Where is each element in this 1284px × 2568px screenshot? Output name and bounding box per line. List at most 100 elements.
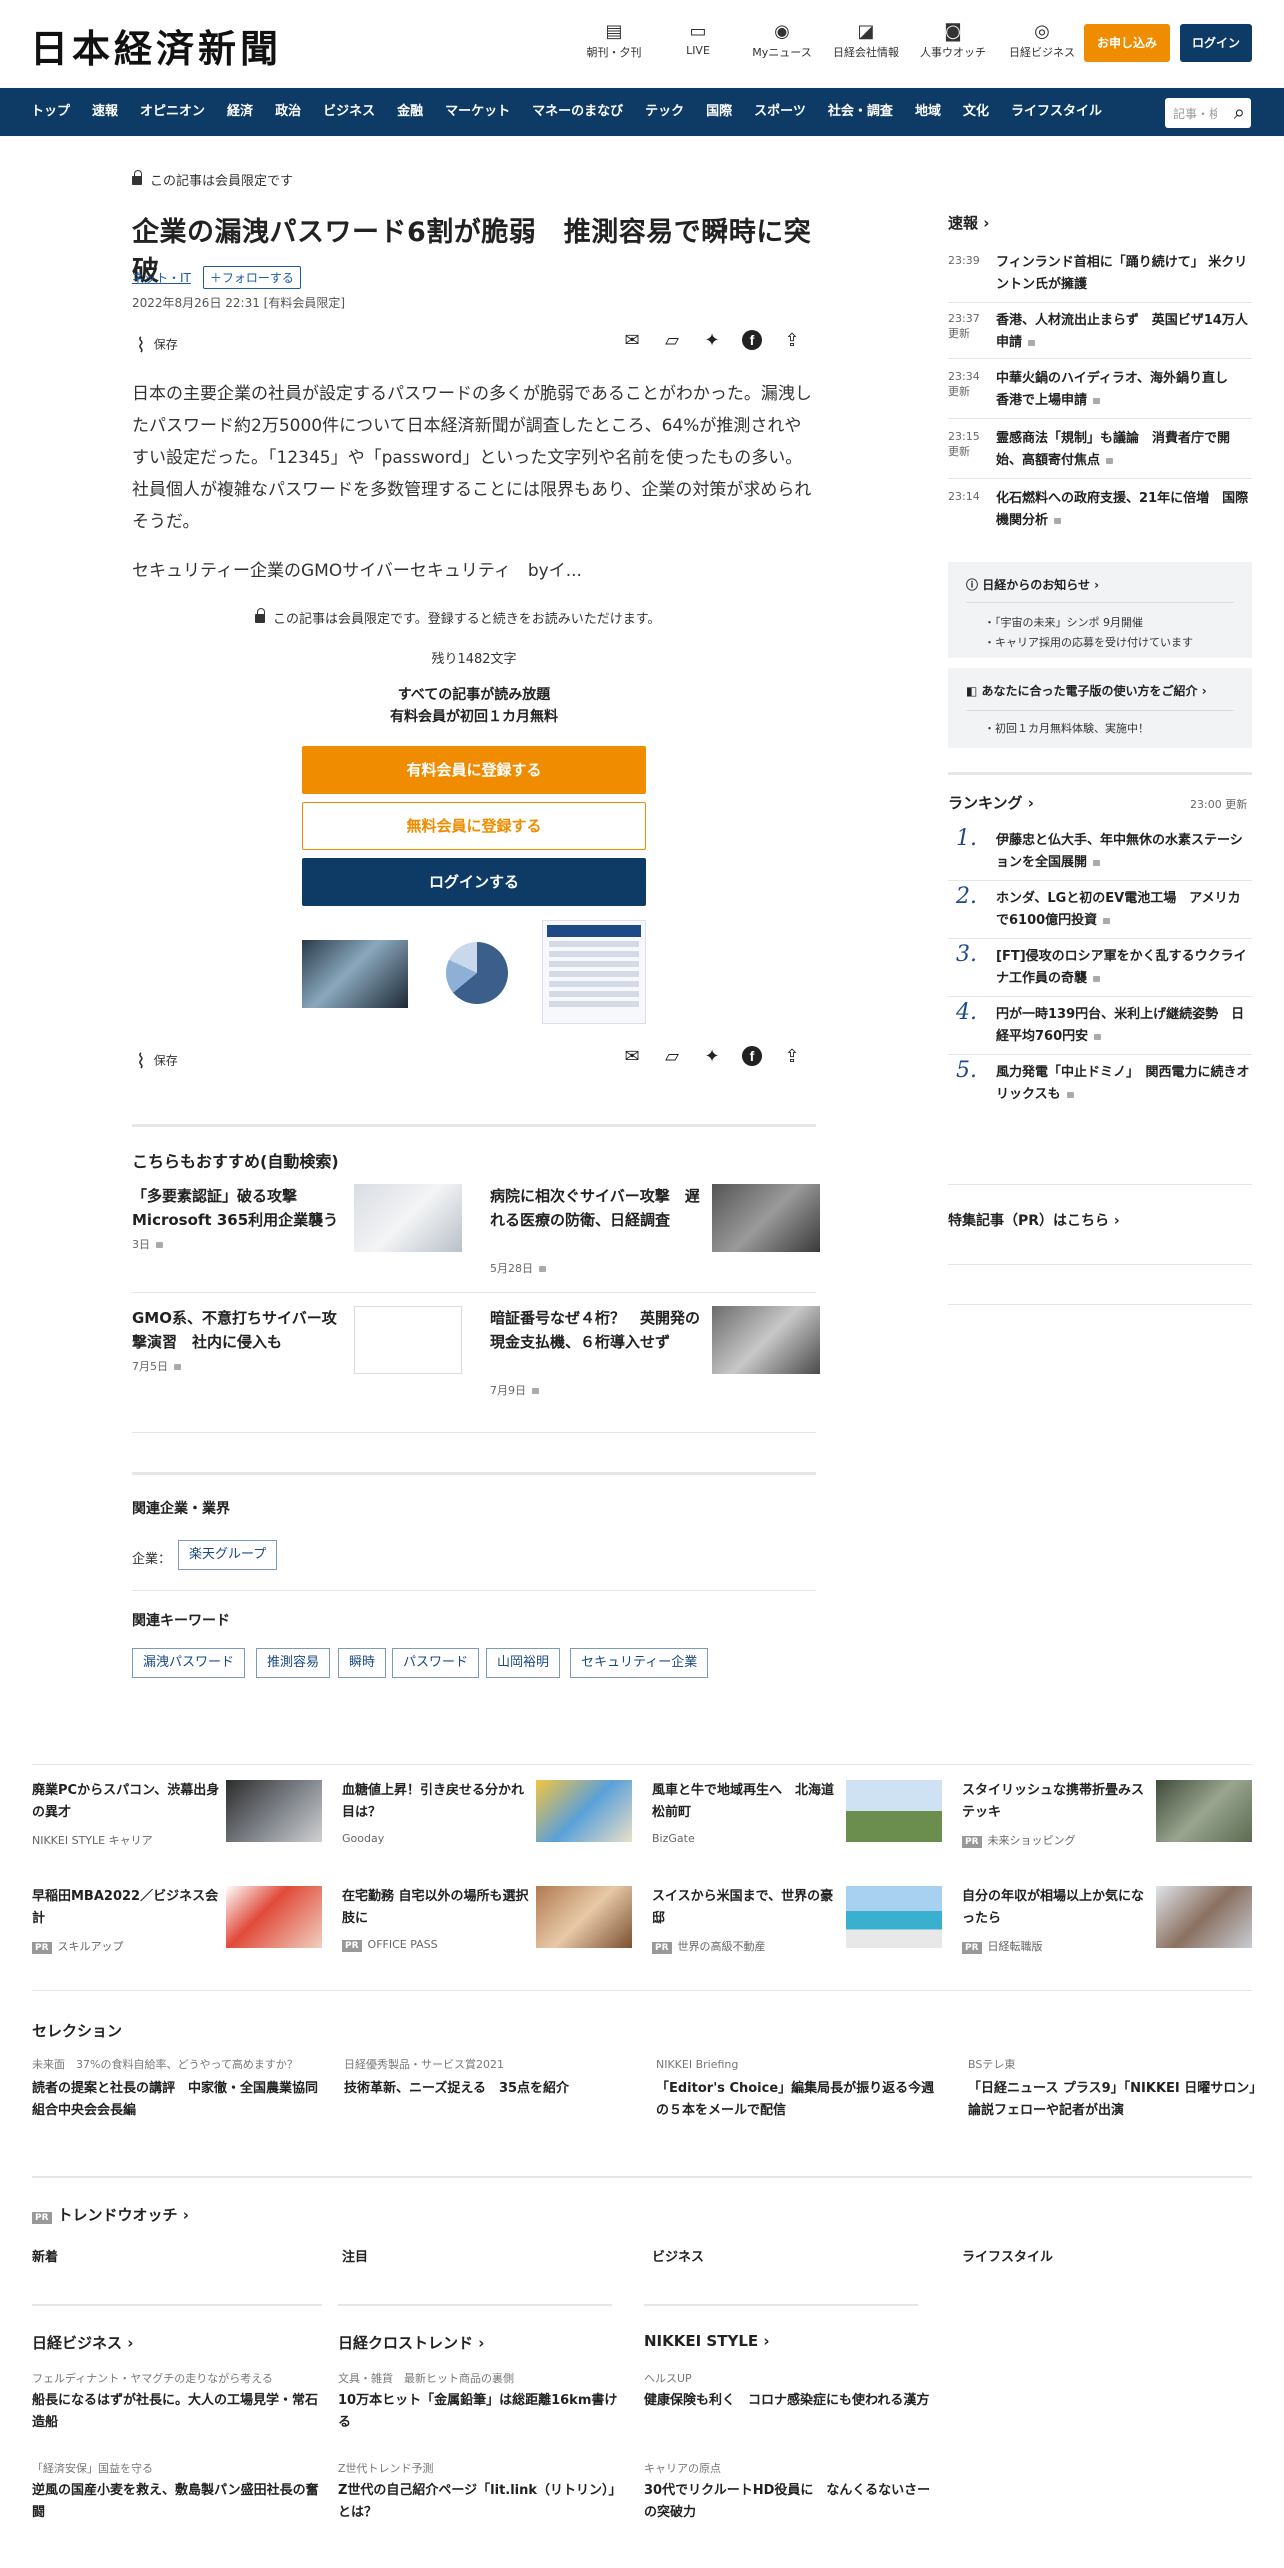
keyword-chip[interactable]: 漏洩パスワード [132,1648,246,1678]
notice-item[interactable]: ・「宇宙の未来」シンポ 9月開催 [984,614,1143,630]
nav-item-finance[interactable]: 金融 [386,88,434,136]
promo-item[interactable]: 血糖値上昇！引き戻せる分かれ目は？ Gooday [342,1780,632,1860]
promo-image[interactable] [846,1886,942,1948]
recommend-title[interactable]: 「多要素認証」破る攻撃 Microsoft 365利用企業襲う [132,1184,342,1232]
promo-item[interactable]: 早稲田MBA2022／ビジネス会計 PR スキルアップ [32,1886,322,1966]
recommend-thumbnail[interactable] [712,1306,820,1374]
nav-item-opinion[interactable]: オピニオン [129,88,216,136]
nikkei-business-heading[interactable]: 日経ビジネス › [32,2332,133,2353]
nav-item-top[interactable]: トップ [20,88,81,136]
notice-heading[interactable]: ⓘ 日経からのお知らせ › [966,576,1099,593]
login-button[interactable]: ログイン [1180,24,1252,62]
nav-item-culture[interactable]: 文化 [952,88,1000,136]
selection-item[interactable]: 日経優秀製品・サービス賞2021 技術革新、ニーズ捉える 35点を紹介 [344,2056,634,2100]
edition-guide-heading[interactable]: ◧ あなたに合った電子版の使い方をご紹介 › [966,682,1207,699]
nav-item-economy[interactable]: 経済 [216,88,264,136]
ranking-item[interactable]: 円が一時139円台、米利上げ継続姿勢 日経平均760円安 [996,1004,1252,1048]
promo-title[interactable]: 自分の年収が相場以上か気になったら [962,1886,1150,1930]
promo-title[interactable]: 在宅勤務 自宅以外の場所も選択肢に [342,1886,530,1930]
mail-icon[interactable]: ✉ [612,1046,652,1067]
search-input[interactable]: 記事・検索 ⌕ [1165,98,1251,128]
recommend-title[interactable]: 病院に相次ぐサイバー攻撃 遅れる医療の防衛、日経調査 [490,1184,700,1232]
ranking-item[interactable]: [FT]侵攻のロシア軍をかく乱するウクライナ工作員の奇襲 [996,946,1252,990]
nav-item-money[interactable]: マネーのまなび [521,88,634,136]
breaking-item[interactable]: 中華火鍋のハイディラオ、海外鍋り直し 香港で上場申請 [996,368,1252,412]
recommend-title[interactable]: GMO系、不意打ちサイバー攻撃演習 社内に侵入も [132,1306,342,1354]
site-logo[interactable]: 日本経済新聞 [30,18,282,73]
notice-item[interactable]: ・キャリア採用の応募を受け付けています [984,634,1193,650]
facebook-icon[interactable]: f [742,330,762,350]
article-image-pie-chart[interactable] [424,920,524,1024]
ranking-item[interactable]: 伊藤忠と仏大手、年中無休の水素ステーションを全国展開 [996,830,1252,874]
search-icon[interactable]: ⌕ [1234,100,1245,124]
keyword-chip[interactable]: 瞬時 [338,1648,387,1678]
nav-item-lifestyle[interactable]: ライフスタイル [1000,88,1113,136]
promo-image[interactable] [226,1886,322,1948]
nav-item-tech[interactable]: テック [634,88,695,136]
breaking-heading[interactable]: 速報 › [948,212,989,233]
promo-item[interactable]: スイスから米国まで、世界の豪邸 PR 世界の高級不動産 [652,1886,942,1966]
bookmark-icon[interactable]: ▱ [652,330,692,351]
promo-title[interactable]: 廃業PCからスパコン、渋幕出身の異才 [32,1780,220,1824]
trend-heading[interactable]: PR トレンドウオッチ › [32,2204,189,2225]
header-nav-mynews[interactable]: ◉ Myニュース [740,20,824,60]
article-title-link[interactable]: 10万本ヒット「金属鉛筆」は総距離16km書ける [338,2390,628,2434]
ranking-item[interactable]: ホンダ、LGと初のEV電池工場 アメリカで6100億円投資 [996,888,1252,932]
promo-item[interactable]: スタイリッシュな携帯折畳みステッキ PR 未来ショッピング [962,1780,1252,1860]
apply-button[interactable]: お申し込み [1084,24,1170,62]
recommend-item[interactable]: 病院に相次ぐサイバー攻撃 遅れる医療の防衛、日経調査 5月28日 [490,1184,820,1284]
breaking-item[interactable]: フィンランド首相に「踊り続けて」 米クリントン氏が擁護 [996,252,1252,296]
article-image-table[interactable] [542,920,646,1024]
selection-item[interactable]: NIKKEI Briefing 「Editor's Choice」編集局長が振り… [656,2056,946,2122]
ranking-heading[interactable]: ランキング › [948,792,1034,813]
trend-column-new[interactable]: 新着 [32,2246,58,2265]
recommend-item[interactable]: 「多要素認証」破る攻撃 Microsoft 365利用企業襲う 3日 [132,1184,462,1284]
bookmark-icon[interactable]: ▱ [652,1046,692,1067]
recommend-title[interactable]: 暗証番号なぜ４桁？ 英開発の現金支払機、６桁導入せず [490,1306,700,1354]
save-button[interactable]: ⌇ 保存 [136,1049,178,1073]
promo-title[interactable]: 血糖値上昇！引き戻せる分かれ目は？ [342,1780,530,1824]
keyword-chip[interactable]: 推測容易 [256,1648,331,1678]
ranking-item[interactable]: 風力発電「中止ドミノ」 関西電力に続きオリックスも [996,1062,1252,1106]
selection-title[interactable]: 「日経ニュース プラス9」「NIKKEI 日曜サロン」論説フェローや記者が出演 [968,2078,1258,2122]
promo-item[interactable]: 廃業PCからスパコン、渋幕出身の異才 NIKKEI STYLE キャリア [32,1780,322,1860]
article-title-link[interactable]: 健康保険も利く コロナ感染症にも使われる漢方 [644,2390,934,2412]
article-title-link[interactable]: 30代でリクルートHD役員に なんくるないさーの突破力 [644,2480,934,2524]
follow-button[interactable]: ＋フォローする [202,266,301,289]
keyword-chip[interactable]: 山岡裕明 [486,1648,561,1678]
category-link[interactable]: ネット・IT [132,269,191,286]
xtrend-heading[interactable]: 日経クロストレンド › [338,2332,484,2353]
bottom-article[interactable]: Z世代トレンド予測 Z世代の自己紹介ページ「lit.link（リトリン）」とは？ [338,2460,628,2524]
selection-title[interactable]: 読者の提案と社長の講評 中家徹・全国農業協同組合中央会会長編 [32,2078,322,2122]
selection-title[interactable]: 「Editor's Choice」編集局長が振り返る今週の５本をメールで配信 [656,2078,946,2122]
free-signup-button[interactable]: 無料会員に登録する [302,802,646,850]
promo-title[interactable]: 風車と牛で地域再生へ 北海道松前町 [652,1780,840,1824]
promo-image[interactable] [536,1886,632,1948]
save-button[interactable]: ⌇ 保存 [136,333,178,357]
bottom-article[interactable]: 文具・雑貨 最新ヒット商品の裏側 10万本ヒット「金属鉛筆」は総距離16km書け… [338,2370,628,2434]
recommend-item[interactable]: 暗証番号なぜ４桁？ 英開発の現金支払機、６桁導入せず 7月9日 [490,1306,820,1406]
recommend-thumbnail-placeholder[interactable] [354,1306,462,1374]
twitter-icon[interactable]: ✦ [692,330,732,351]
recommend-thumbnail[interactable] [712,1184,820,1252]
promo-image[interactable] [1156,1886,1252,1948]
header-nav-live[interactable]: ▭ LIVE [656,20,740,60]
promo-title[interactable]: 早稲田MBA2022／ビジネス会計 [32,1886,220,1930]
breaking-item[interactable]: 香港、人材流出止まらず 英国ビザ14万人申請 [996,310,1252,354]
selection-item[interactable]: 未来面 37%の食料自給率、どうやって高めますか？ 読者の提案と社長の講評 中家… [32,2056,322,2122]
pr-heading[interactable]: 特集記事（PR）はこちら › [948,1210,1120,1230]
bottom-article[interactable]: 「経済安保」国益を守る 逆風の国産小麦を救え、敷島製パン盛田社長の奮闘 [32,2460,322,2524]
trend-column-business[interactable]: ビジネス [652,2246,704,2265]
article-image-keyboard[interactable] [302,940,408,1008]
company-chip[interactable]: 楽天グループ [178,1540,278,1570]
nav-item-sports[interactable]: スポーツ [743,88,817,136]
selection-title[interactable]: 技術革新、ニーズ捉える 35点を紹介 [344,2078,634,2100]
article-title-link[interactable]: 船長になるはずが社長に。大人の工場見学・常石造船 [32,2390,322,2434]
nav-item-region[interactable]: 地域 [904,88,952,136]
promo-item[interactable]: 在宅勤務 自宅以外の場所も選択肢に PR OFFICE PASS [342,1886,632,1966]
trend-column-lifestyle[interactable]: ライフスタイル [962,2246,1053,2265]
bottom-article[interactable]: ヘルスUP 健康保険も利く コロナ感染症にも使われる漢方 [644,2370,934,2412]
breaking-item[interactable]: 化石燃料への政府支援、21年に倍増 国際機関分析 [996,488,1252,532]
selection-item[interactable]: BSテレ東 「日経ニュース プラス9」「NIKKEI 日曜サロン」論説フェローや… [968,2056,1258,2122]
nav-item-market[interactable]: マーケット [434,88,521,136]
